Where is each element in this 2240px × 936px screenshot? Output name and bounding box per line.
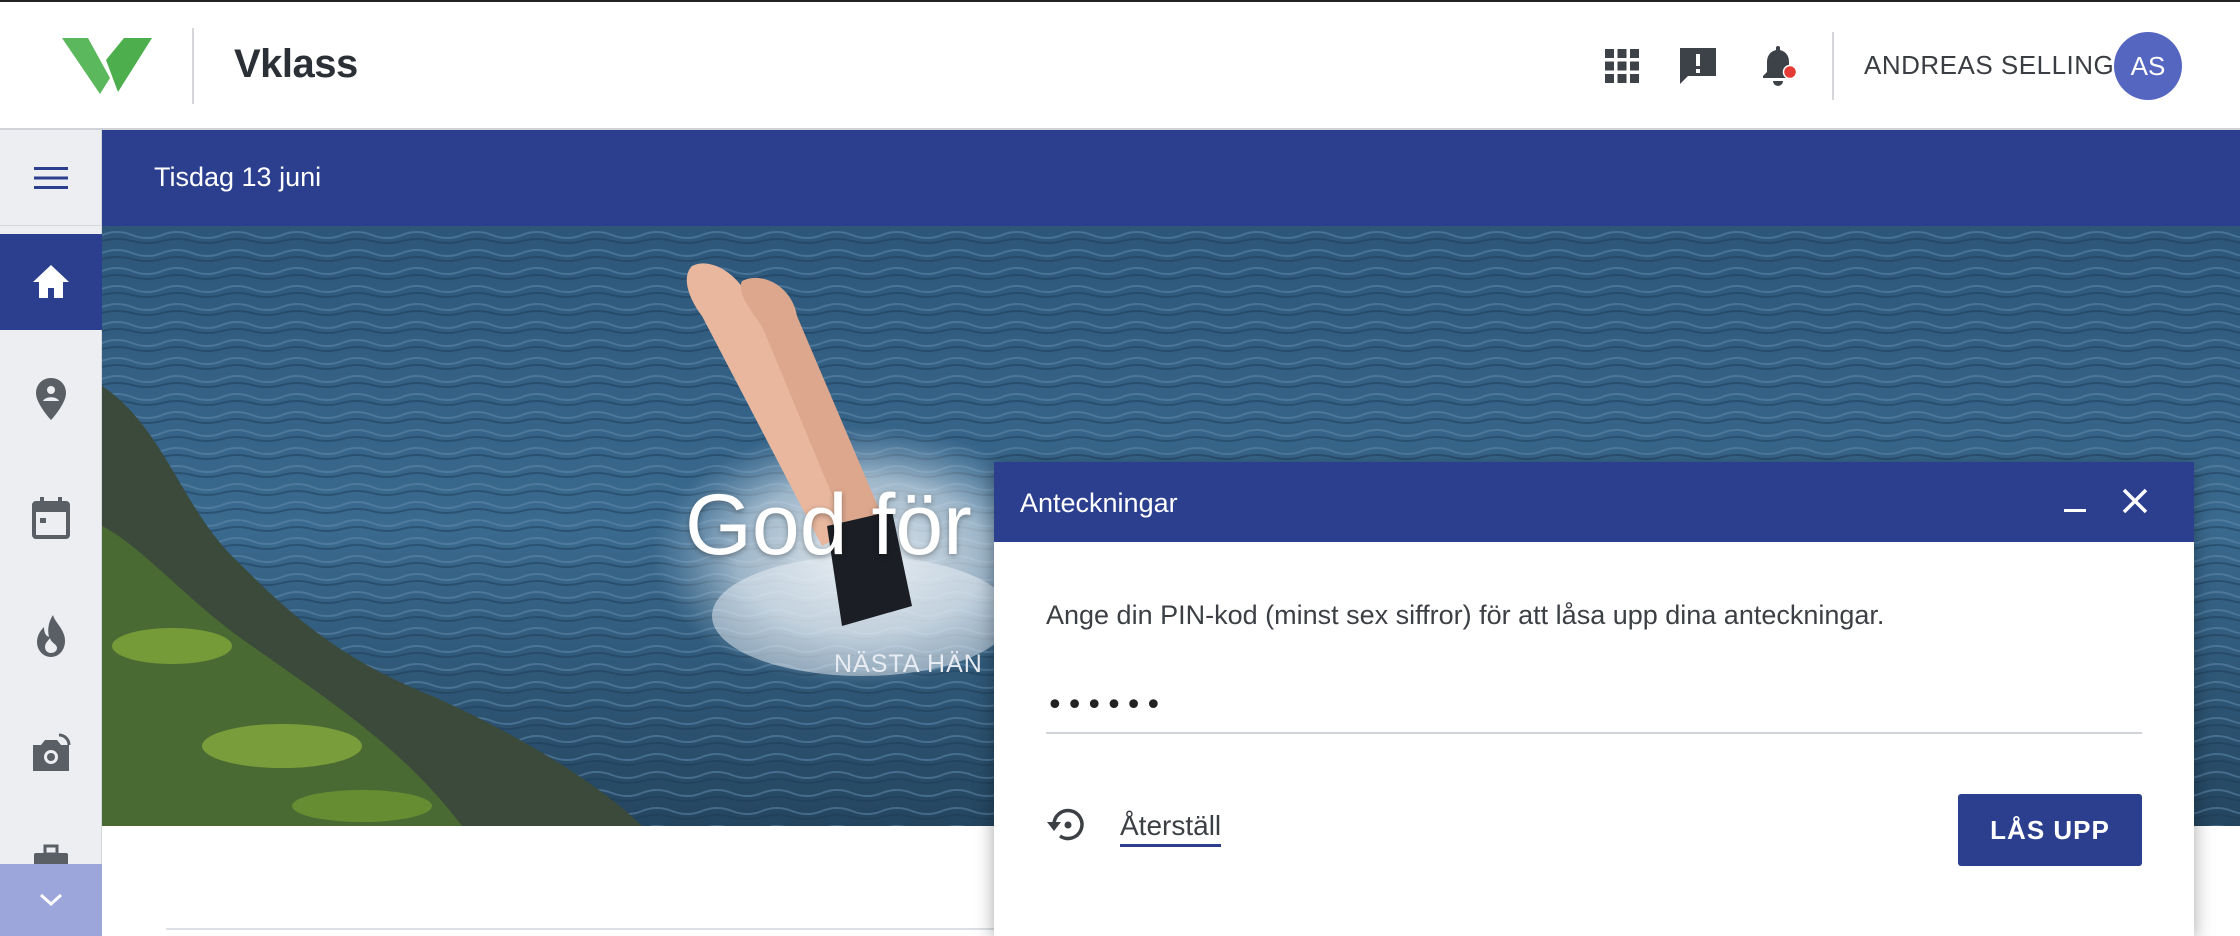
header-divider: [1832, 32, 1834, 100]
sidebar-expand-button[interactable]: [0, 864, 102, 936]
minimize-button[interactable]: [2052, 478, 2098, 524]
calendar-icon: [32, 497, 70, 539]
top-bar: Vklass ANDREAS SELLING AS: [0, 0, 2240, 130]
briefcase-icon: [34, 844, 68, 864]
sidebar-item-activity[interactable]: [0, 588, 102, 684]
chevron-down-icon: [39, 893, 63, 907]
notifications-bell-icon[interactable]: [1754, 42, 1802, 90]
sidebar-item-work[interactable]: [0, 824, 102, 864]
sidebar-item-home[interactable]: [0, 234, 102, 330]
sidebar-item-location[interactable]: [0, 352, 102, 448]
sidebar-item-media[interactable]: [0, 706, 102, 802]
close-button[interactable]: [2112, 478, 2158, 524]
brand-name: Vklass: [234, 42, 358, 86]
current-date: Tisdag 13 juni: [154, 162, 322, 192]
feedback-icon[interactable]: [1674, 42, 1722, 90]
sidebar-item-calendar[interactable]: [0, 470, 102, 566]
camera-icon: [33, 733, 71, 771]
menu-toggle-button[interactable]: [0, 130, 102, 226]
pin-instructions: Ange din PIN-kod (minst sex siffror) för…: [1046, 600, 1885, 630]
dialog-title: Anteckningar: [1020, 488, 1178, 518]
home-icon: [33, 265, 69, 298]
avatar[interactable]: AS: [2114, 32, 2182, 100]
reset-icon[interactable]: [1044, 802, 1090, 848]
vklass-logo-icon[interactable]: [62, 36, 152, 96]
hero-greeting: God för: [685, 477, 972, 573]
date-bar: Tisdag 13 juni: [102, 130, 2240, 226]
logo-divider: [192, 28, 194, 104]
dialog-header: Anteckningar: [994, 462, 2194, 542]
menu-icon: [34, 166, 68, 189]
pin-input[interactable]: [1046, 678, 2142, 734]
minimize-icon: [2064, 509, 2086, 512]
sidebar: [0, 130, 102, 936]
content-divider: [166, 928, 1006, 930]
user-name[interactable]: ANDREAS SELLING: [1864, 50, 2114, 81]
hero-next-event: NÄSTA HÄN: [834, 650, 983, 678]
apps-grid-icon[interactable]: [1598, 42, 1646, 90]
flame-icon: [37, 615, 65, 657]
close-icon: [2122, 488, 2148, 514]
location-pin-icon: [36, 378, 66, 420]
notes-dialog: Anteckningar Ange din PIN-kod (minst sex…: [994, 462, 2194, 936]
unlock-button[interactable]: LÅS UPP: [1958, 794, 2142, 866]
reset-link[interactable]: Återställ: [1120, 810, 1222, 847]
